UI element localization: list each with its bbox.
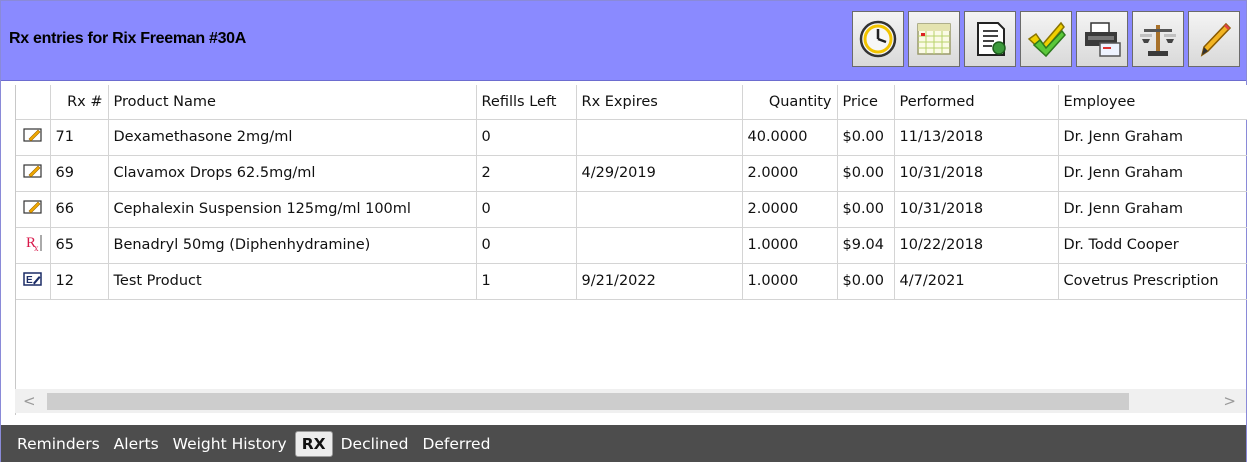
history-button[interactable] <box>852 11 904 67</box>
row-type-cell: E <box>16 263 51 300</box>
edit-button[interactable] <box>1188 11 1240 67</box>
edit-note-icon <box>23 164 42 178</box>
scroll-left-arrow[interactable]: < <box>23 392 36 410</box>
pencil-icon <box>1200 22 1232 57</box>
rx-entries-panel: Rx entries for Rix Freeman #30A Rx # Pro… <box>0 0 1247 462</box>
calendar-button[interactable] <box>908 11 960 67</box>
rx-number-cell: 69 <box>50 155 109 192</box>
column-header-quantity[interactable]: Quantity <box>742 85 838 120</box>
refills-left-cell: 1 <box>476 263 577 300</box>
rx-number-cell: 71 <box>50 119 109 156</box>
printer-icon <box>1085 22 1121 57</box>
approve-button[interactable] <box>1020 11 1072 67</box>
rx-expires-cell: 4/29/2019 <box>576 155 743 192</box>
toolbar <box>852 11 1240 67</box>
product-name-cell: Dexamethasone 2mg/ml <box>108 119 477 156</box>
quantity-cell: 2.0000 <box>742 155 838 192</box>
row-type-cell <box>16 155 51 192</box>
product-name-cell: Test Product <box>108 263 477 300</box>
performed-cell: 10/31/2018 <box>894 155 1059 192</box>
tab-declined[interactable]: Declined <box>335 432 415 456</box>
panel-title: Rx entries for Rix Freeman #30A <box>9 30 247 47</box>
column-header-rx-expires[interactable]: Rx Expires <box>576 85 743 120</box>
print-button[interactable] <box>1076 11 1128 67</box>
refills-left-cell: 2 <box>476 155 577 192</box>
performed-cell: 11/13/2018 <box>894 119 1059 156</box>
edit-note-icon <box>23 128 42 142</box>
table-row[interactable]: Rx 65 Benadryl 50mg (Diphenhydramine) 0 … <box>16 227 1247 264</box>
column-header-price[interactable]: Price <box>837 85 895 120</box>
column-header-performed[interactable]: Performed <box>894 85 1059 120</box>
product-name-cell: Cephalexin Suspension 125mg/ml 100ml <box>108 191 477 228</box>
tab-rx[interactable]: RX <box>294 430 333 457</box>
edit-note-icon <box>23 200 42 214</box>
e-prescription-icon: E <box>23 272 42 286</box>
quantity-cell: 1.0000 <box>742 263 838 300</box>
rx-expires-cell: 9/21/2022 <box>576 263 743 300</box>
performed-cell: 10/22/2018 <box>894 227 1059 264</box>
scroll-right-arrow[interactable]: > <box>1223 392 1236 410</box>
performed-cell: 10/31/2018 <box>894 191 1059 228</box>
rx-grid: Rx # Product Name Refills Left Rx Expire… <box>15 85 1247 415</box>
price-cell: $9.04 <box>837 227 895 264</box>
column-header-employee[interactable]: Employee <box>1058 85 1247 120</box>
table-header-row: Rx # Product Name Refills Left Rx Expire… <box>16 85 1247 120</box>
quantity-cell: 1.0000 <box>742 227 838 264</box>
rx-expires-cell <box>576 227 743 264</box>
row-type-cell <box>16 119 51 156</box>
refills-left-cell: 0 <box>476 191 577 228</box>
row-type-cell <box>16 191 51 228</box>
tab-reminders[interactable]: Reminders <box>11 432 106 456</box>
scrollbar-thumb[interactable] <box>47 393 1129 410</box>
rx-expires-cell <box>576 119 743 156</box>
bottom-tab-bar: Reminders Alerts Weight History RX Decli… <box>1 425 1246 462</box>
rx-number-cell: 66 <box>50 191 109 228</box>
clock-icon <box>859 20 897 58</box>
table-row[interactable]: 69 Clavamox Drops 62.5mg/ml 2 4/29/2019 … <box>16 155 1247 192</box>
calendar-icon <box>917 23 951 55</box>
refills-left-cell: 0 <box>476 227 577 264</box>
refills-left-cell: 0 <box>476 119 577 156</box>
employee-cell: Dr. Jenn Graham <box>1058 155 1247 192</box>
table-row[interactable]: 66 Cephalexin Suspension 125mg/ml 100ml … <box>16 191 1247 228</box>
quantity-cell: 40.0000 <box>742 119 838 156</box>
scale-button[interactable] <box>1132 11 1184 67</box>
rx-expires-cell <box>576 191 743 228</box>
document-button[interactable] <box>964 11 1016 67</box>
row-type-cell: Rx <box>16 227 51 264</box>
rx-number-cell: 65 <box>50 227 109 264</box>
scale-icon <box>1140 25 1176 56</box>
employee-cell: Covetrus Prescription <box>1058 263 1247 300</box>
document-icon <box>977 22 1006 56</box>
tab-weight-history[interactable]: Weight History <box>167 432 293 456</box>
performed-cell: 4/7/2021 <box>894 263 1059 300</box>
employee-cell: Dr. Jenn Graham <box>1058 191 1247 228</box>
column-header-refills-left[interactable]: Refills Left <box>476 85 577 120</box>
checkmarks-icon <box>1027 21 1066 58</box>
table-row[interactable]: E 12 Test Product 1 9/21/2022 1.0000 $0.… <box>16 263 1247 300</box>
employee-cell: Dr. Todd Cooper <box>1058 227 1247 264</box>
icon-column-header <box>16 85 51 120</box>
svg-text:x: x <box>34 243 39 252</box>
tab-alerts[interactable]: Alerts <box>108 432 165 456</box>
price-cell: $0.00 <box>837 119 895 156</box>
rx-icon: Rx <box>26 235 42 253</box>
rx-table: Rx # Product Name Refills Left Rx Expire… <box>16 85 1247 300</box>
column-header-rx-number[interactable]: Rx # <box>50 85 109 120</box>
price-cell: $0.00 <box>837 155 895 192</box>
quantity-cell: 2.0000 <box>742 191 838 228</box>
tab-deferred[interactable]: Deferred <box>416 432 496 456</box>
product-name-cell: Clavamox Drops 62.5mg/ml <box>108 155 477 192</box>
employee-cell: Dr. Jenn Graham <box>1058 119 1247 156</box>
product-name-cell: Benadryl 50mg (Diphenhydramine) <box>108 227 477 264</box>
panel-header: Rx entries for Rix Freeman #30A <box>1 1 1246 81</box>
rx-number-cell: 12 <box>50 263 109 300</box>
table-row[interactable]: 71 Dexamethasone 2mg/ml 0 40.0000 $0.00 … <box>16 119 1247 156</box>
horizontal-scrollbar[interactable]: < > <box>15 389 1246 413</box>
svg-text:E: E <box>26 275 33 286</box>
price-cell: $0.00 <box>837 263 895 300</box>
column-header-product-name[interactable]: Product Name <box>108 85 477 120</box>
price-cell: $0.00 <box>837 191 895 228</box>
